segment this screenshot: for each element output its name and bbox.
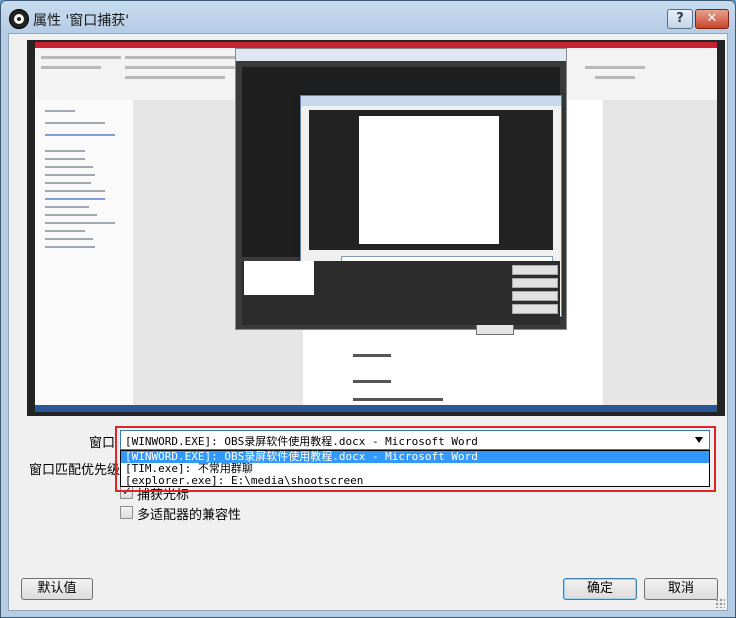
obs-app-icon [9,9,29,29]
help-button[interactable]: ? [667,9,693,29]
resize-grip-icon[interactable] [715,598,725,608]
captured-word-window [35,42,717,412]
dialog-client-area: 窗口 [WINWORD.EXE]: OBS录屏软件使用教程.docx - Mic… [8,33,728,611]
multi-adapter-label: 多适配器的兼容性 [137,508,242,523]
word-navigation-pane-thumbnail [35,100,134,405]
properties-dialog: 属性 '窗口捕获' ? ✕ 窗口 [WINWORD.EXE]: OBS录屏软件使… [0,0,736,618]
ok-button[interactable]: 确定 [563,578,637,600]
multi-adapter-checkbox[interactable] [120,506,133,519]
close-button[interactable]: ✕ [695,9,729,29]
window-label: 窗口 [89,436,116,451]
window-title: 属性 '窗口捕获' [33,13,130,29]
highlight-annotation [115,426,716,492]
obs-window-thumbnail [235,48,567,335]
word-statusbar-thumbnail [35,405,717,412]
window-match-priority-label: 窗口匹配优先级 [29,463,121,478]
title-bar[interactable]: 属性 '窗口捕获' ? ✕ [1,1,735,37]
defaults-button[interactable]: 默认值 [21,578,93,600]
cancel-button[interactable]: 取消 [644,578,718,600]
capture-preview [27,40,725,416]
